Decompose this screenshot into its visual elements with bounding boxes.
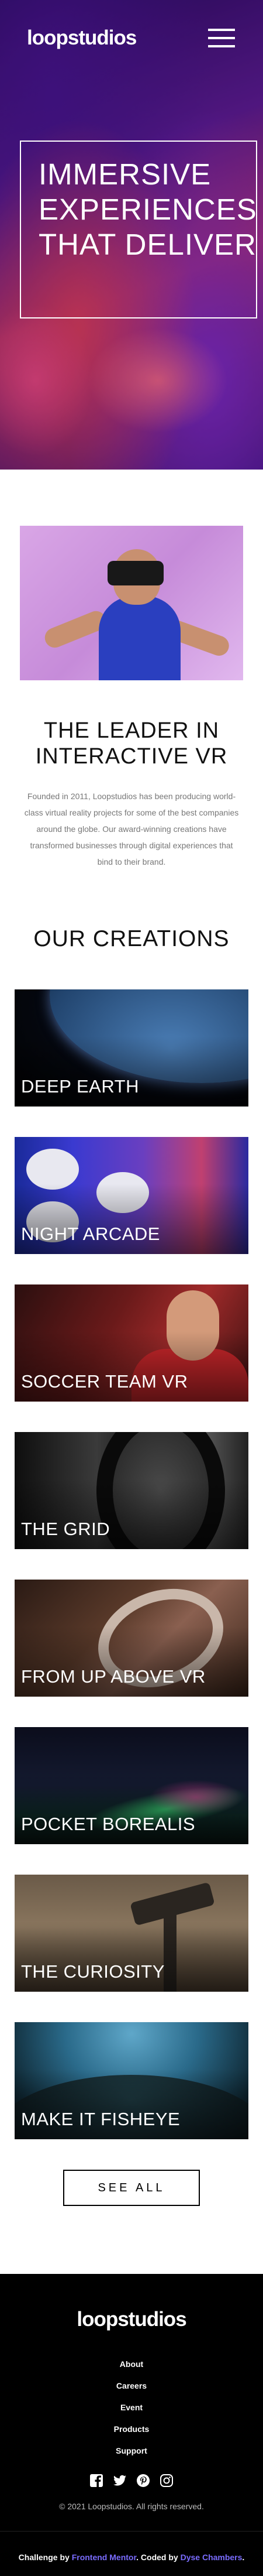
footer-nav-products[interactable]: Products: [0, 2419, 263, 2440]
hamburger-menu-icon[interactable]: [208, 29, 235, 47]
site-footer: loopstudios About Careers Event Products…: [0, 2274, 263, 2531]
tire-image: [96, 1432, 225, 1549]
person-body: [99, 596, 181, 680]
footer-nav-careers[interactable]: Careers: [0, 2375, 263, 2397]
footer-nav-support[interactable]: Support: [0, 2440, 263, 2462]
hero-title: Immersive experiences that deliver: [39, 157, 257, 261]
hero-glow: [88, 328, 228, 433]
aurora-image: [149, 1780, 243, 1815]
intro-vr-image: [20, 526, 243, 680]
intro-title: The leader in interactive VR: [35, 718, 228, 769]
creations-section: Our creations Deep earth Night arcade So…: [0, 870, 263, 2274]
footer-nav: About Careers Event Products Support: [0, 2354, 263, 2462]
creation-label: Pocket borealis: [21, 1814, 196, 1834]
footer-nav-event[interactable]: Event: [0, 2397, 263, 2419]
hamburger-bar: [208, 45, 235, 47]
pinterest-icon[interactable]: [136, 2474, 150, 2488]
hamburger-bar: [208, 29, 235, 31]
arcade-ball: [26, 1149, 79, 1190]
telescope-stand: [164, 1910, 177, 1992]
frontend-mentor-link[interactable]: Frontend Mentor: [72, 2553, 136, 2562]
footer-nav-about[interactable]: About: [0, 2354, 263, 2375]
creation-label: Night arcade: [21, 1224, 160, 1244]
telescope-image: [130, 1882, 215, 1926]
copyright-text: © 2021 Loopstudios. All rights reserved.: [59, 2502, 204, 2511]
site-logo[interactable]: loopstudios: [27, 26, 137, 50]
player-face: [167, 1290, 219, 1361]
creation-label: The curiosity: [21, 1961, 165, 1982]
creation-card-pocket-borealis[interactable]: Pocket borealis: [15, 1727, 248, 1844]
creation-label: Make it fisheye: [21, 2109, 181, 2129]
intro-text: Founded in 2011, Loopstudios has been pr…: [24, 792, 239, 866]
creation-label: From up above VR: [21, 1666, 206, 1687]
instagram-icon[interactable]: [160, 2474, 174, 2488]
attribution-prefix: Challenge by: [18, 2553, 70, 2562]
hero-glow: [0, 304, 94, 457]
site-header: loopstudios: [0, 0, 263, 76]
creation-card-make-it-fisheye[interactable]: Make it fisheye: [15, 2022, 248, 2139]
creation-card-deep-earth[interactable]: Deep earth: [15, 989, 248, 1107]
creation-card-the-grid[interactable]: The grid: [15, 1432, 248, 1549]
creation-label: Soccer team VR: [21, 1371, 188, 1392]
see-all-button[interactable]: See all: [63, 2170, 200, 2206]
twitter-icon[interactable]: [113, 2474, 127, 2488]
social-links: [0, 2474, 263, 2488]
arcade-ball: [96, 1172, 149, 1213]
creation-card-the-curiosity[interactable]: The curiosity: [15, 1875, 248, 1992]
creation-label: Deep earth: [21, 1076, 139, 1097]
hero-title-box: Immersive experiences that deliver: [20, 141, 257, 318]
attribution-middle: Coded by: [140, 2553, 178, 2562]
hero-section: loopstudios Immersive experiences that d…: [0, 0, 263, 470]
creation-card-from-up-above-vr[interactable]: From up above VR: [15, 1580, 248, 1697]
intro-section: The leader in interactive VR Founded in …: [0, 470, 263, 870]
creation-card-soccer-team-vr[interactable]: Soccer team VR: [15, 1284, 248, 1402]
facebook-icon[interactable]: [89, 2474, 103, 2488]
hamburger-bar: [208, 37, 235, 39]
vr-headset: [108, 561, 164, 585]
author-link[interactable]: Dyse Chambers: [181, 2553, 243, 2562]
planet-image: [50, 989, 248, 1083]
footer-logo[interactable]: loopstudios: [0, 2308, 263, 2331]
attribution: Challenge by Frontend Mentor. Coded by D…: [0, 2531, 263, 2576]
creation-label: The grid: [21, 1519, 110, 1539]
creation-card-night-arcade[interactable]: Night arcade: [15, 1137, 248, 1254]
creations-title: Our creations: [33, 926, 230, 951]
